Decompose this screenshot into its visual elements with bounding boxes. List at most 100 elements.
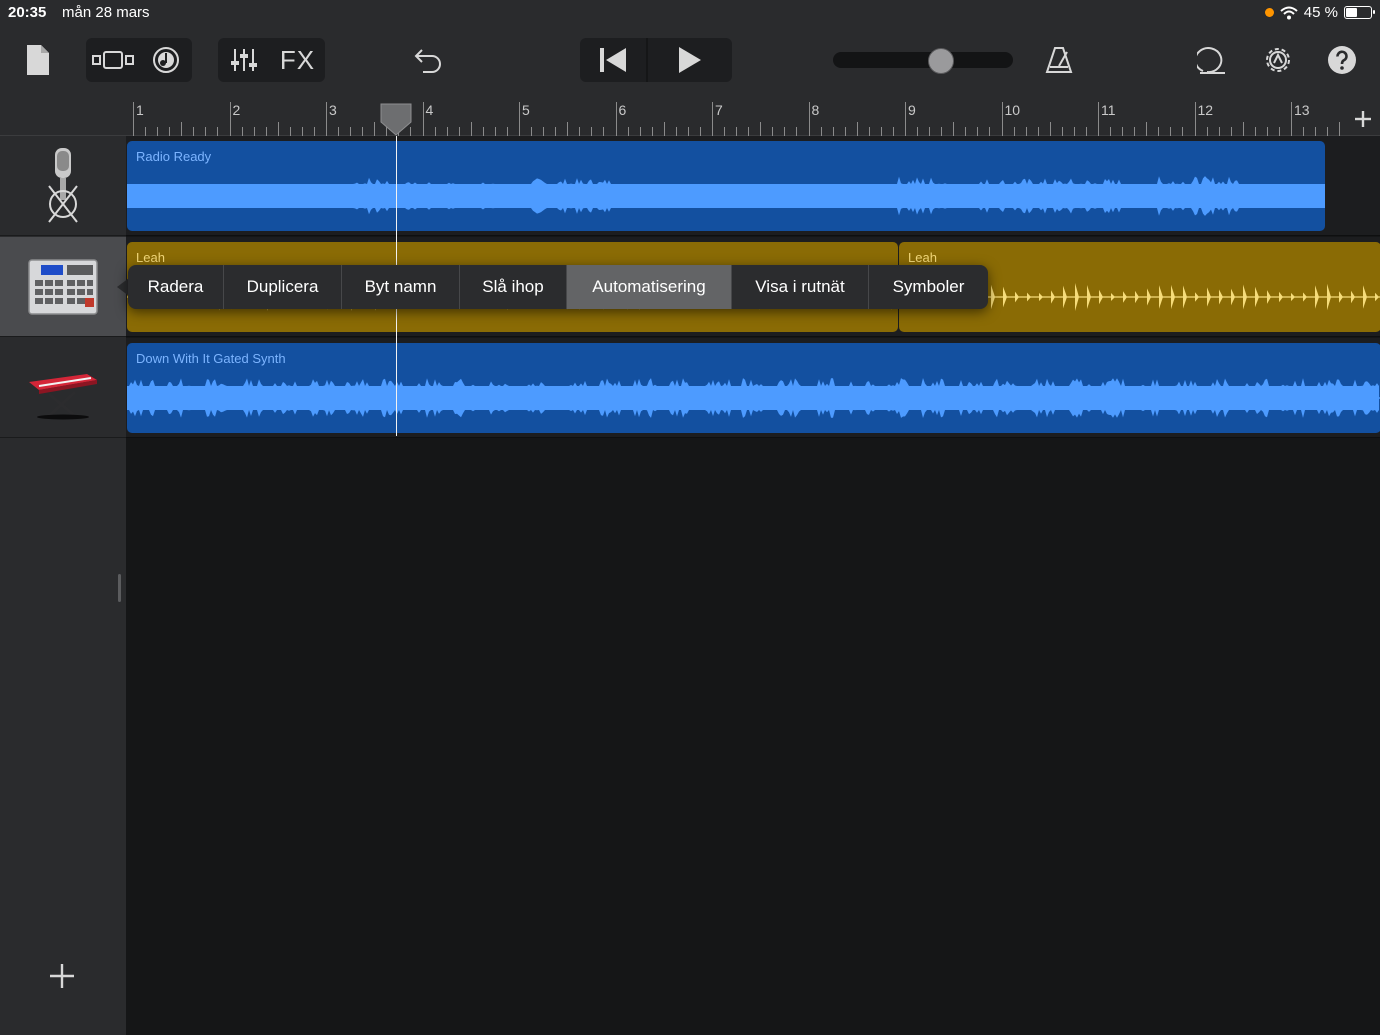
header-resize-handle[interactable] — [118, 574, 121, 602]
ruler-beat-tick — [555, 127, 557, 136]
ruler-beat-tick — [844, 127, 846, 136]
track-lane-microphone[interactable]: Radio Ready — [126, 136, 1380, 236]
ruler-bar-line — [229, 102, 231, 136]
settings-button[interactable] — [1256, 38, 1300, 82]
ruler-bar-number: 2 — [232, 102, 241, 118]
region-waveform — [127, 378, 1380, 418]
ruler-beat-tick — [434, 127, 436, 136]
garageband-app: 20:35 mån 28 mars 45 % FX 1 2 3 4 5 6 7 … — [0, 0, 1380, 1035]
ruler-beat-tick — [482, 127, 484, 136]
my-songs-button[interactable] — [16, 38, 60, 82]
ruler-beat-tick — [494, 127, 496, 136]
ruler-beat-tick — [1327, 127, 1329, 136]
ruler-beat-tick — [603, 127, 605, 136]
ruler-beat-tick — [675, 127, 677, 136]
go-to-start-button[interactable] — [580, 38, 646, 82]
ruler-beat-tick — [856, 122, 858, 136]
playhead-handle-icon[interactable] — [379, 102, 413, 136]
ruler-beat-tick — [796, 127, 798, 136]
help-icon — [1328, 46, 1356, 74]
tracks-view-button[interactable] — [86, 38, 139, 82]
ruler-beat-tick — [1170, 127, 1172, 136]
ruler-beat-tick — [253, 127, 255, 136]
context-menu-item[interactable]: Symboler — [869, 265, 988, 309]
ruler-bar-line — [1098, 102, 1099, 136]
ruler-beat-tick — [941, 127, 943, 136]
ruler-beat-tick — [760, 122, 762, 136]
help-button[interactable] — [1320, 38, 1364, 82]
ruler-beat-tick — [977, 127, 979, 136]
transport-group — [580, 38, 732, 82]
context-menu-item[interactable]: Slå ihop — [460, 265, 567, 309]
context-menu-item[interactable]: Byt namn — [342, 265, 460, 309]
ruler-beat-tick — [1278, 127, 1280, 136]
fx-button[interactable]: FX — [270, 38, 325, 82]
ruler-beat-tick — [446, 127, 448, 136]
wifi-icon — [1280, 6, 1298, 19]
ruler-beat-tick — [301, 127, 303, 136]
ruler-beat-tick — [1013, 127, 1015, 136]
ruler-beat-tick — [1146, 122, 1148, 136]
track-lane-keyboard-synth[interactable]: Down With It Gated Synth — [126, 338, 1380, 438]
context-menu-item[interactable]: Visa i rutnät — [732, 265, 869, 309]
track-header-drum-machine[interactable] — [0, 237, 126, 337]
ruler-beat-tick — [277, 122, 279, 136]
view-toggle-group — [86, 38, 192, 82]
loop-browser-button[interactable] — [1191, 38, 1235, 82]
ruler-bar-line — [712, 102, 713, 136]
ruler-beat-tick — [639, 127, 641, 136]
ruler-beat-tick — [1085, 127, 1087, 136]
tracks-view-icon — [91, 51, 134, 69]
fx-label: FX — [279, 44, 316, 75]
ruler-bar-line — [1291, 102, 1292, 136]
play-icon — [679, 47, 701, 73]
context-menu-item[interactable]: Automatisering — [567, 265, 732, 309]
context-menu-item[interactable]: Radera — [128, 265, 224, 309]
metronome-button[interactable] — [1037, 38, 1081, 82]
add-track-button[interactable] — [44, 958, 80, 994]
ruler-beat-tick — [470, 122, 472, 136]
ruler-beat-tick — [1242, 122, 1244, 136]
live-loops-button[interactable] — [139, 38, 192, 82]
ruler-beat-tick — [820, 127, 822, 136]
ruler-bar-number: 13 — [1294, 102, 1310, 118]
volume-knob[interactable] — [928, 48, 954, 74]
region-context-menu: Radera Duplicera Byt namn Slå ihop Automatis… — [128, 265, 988, 309]
ruler-beat-tick — [579, 127, 581, 136]
ruler-beat-tick — [1049, 122, 1051, 136]
ruler-beat-tick — [506, 127, 508, 136]
master-volume-slider[interactable] — [833, 48, 1013, 74]
ruler-beat-tick — [1206, 127, 1208, 136]
region-microphone[interactable]: Radio Ready — [127, 141, 1326, 231]
mixer-icon — [231, 49, 257, 71]
ruler-beat-tick — [880, 127, 882, 136]
status-bar: 20:35 mån 28 mars 45 % — [0, 0, 1380, 26]
ruler-beat-tick — [350, 127, 352, 136]
ruler-beat-tick — [181, 122, 183, 136]
ruler-bar-line — [615, 102, 617, 136]
ruler-beat-tick — [217, 127, 219, 136]
ruler-beat-tick — [724, 127, 726, 136]
ruler-beat-tick — [736, 127, 738, 136]
add-section-button[interactable] — [1354, 104, 1372, 135]
track-header-microphone[interactable] — [0, 136, 126, 236]
ruler-beat-tick — [687, 127, 689, 136]
timeline-ruler[interactable]: 1 2 3 4 5 6 7 8 9 10 11 12 13 — [0, 98, 1380, 136]
region-keyboard-synth[interactable]: Down With It Gated Synth — [127, 343, 1380, 433]
settings-icon — [1266, 48, 1290, 72]
ruler-beat-tick — [748, 127, 750, 136]
track-header-keyboard-synth[interactable] — [0, 338, 126, 438]
battery-percent: 45 % — [1303, 4, 1338, 21]
ruler-beat-tick — [1303, 127, 1305, 136]
mixer-button[interactable] — [218, 38, 270, 82]
plus-icon — [1355, 111, 1371, 127]
undo-button[interactable] — [406, 38, 450, 82]
recording-indicator-icon — [1264, 8, 1274, 17]
play-button[interactable] — [648, 38, 732, 82]
context-menu-item[interactable]: Duplicera — [224, 265, 342, 309]
ruler-bar-line — [1194, 102, 1196, 136]
ruler-beat-tick — [241, 127, 243, 136]
ruler-beat-tick — [953, 122, 955, 136]
ruler-beat-tick — [929, 127, 931, 136]
ruler-beat-tick — [1037, 127, 1039, 136]
